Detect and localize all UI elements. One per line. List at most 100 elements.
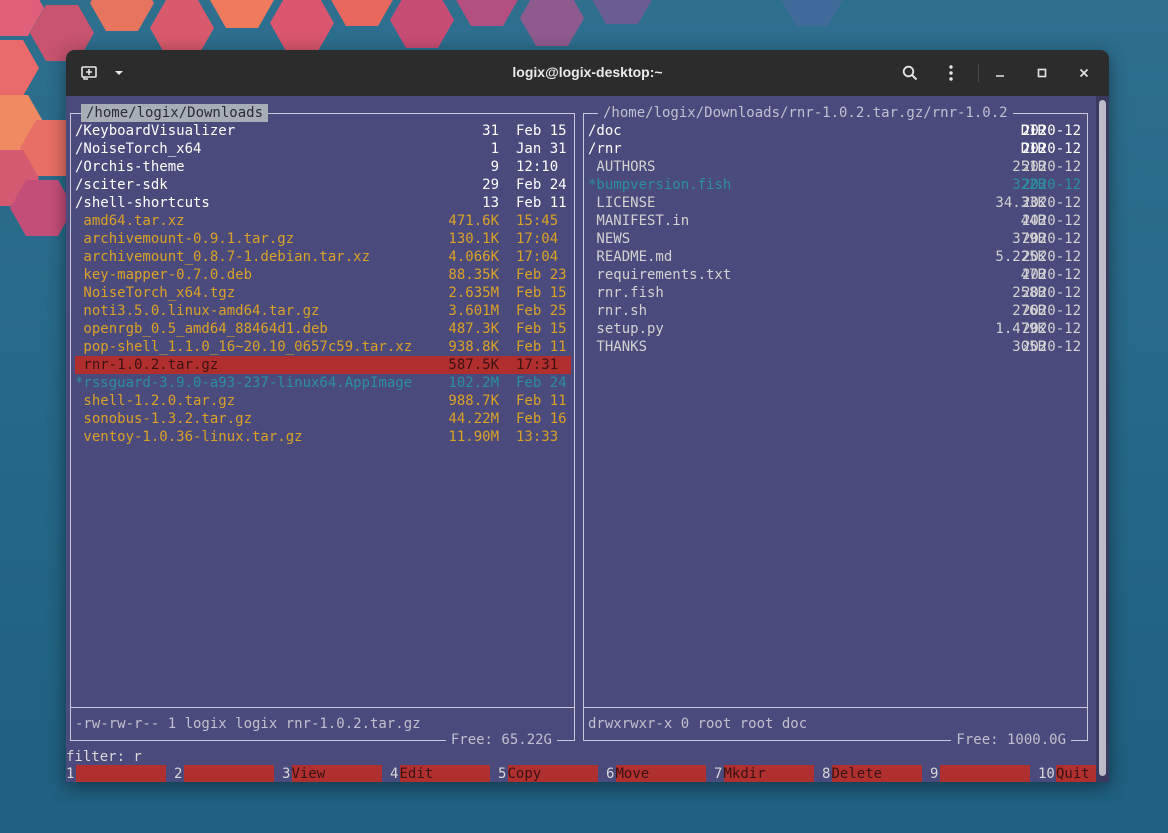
file-size: 471.6K (448, 213, 499, 229)
fkey-2[interactable]: 2 (174, 765, 282, 782)
close-button[interactable] (1071, 60, 1097, 86)
file-time: 2020-12 (1022, 231, 1082, 247)
kebab-menu-icon[interactable] (938, 60, 964, 86)
file-time: 12:10 (516, 159, 559, 175)
file-time: Feb 15 (516, 285, 567, 301)
file-row[interactable]: NoiseTorch_x64.tgz 2.635M Feb 15 (75, 284, 571, 302)
file-name: /NoiseTorch_x64 (75, 141, 202, 157)
terminal-content[interactable]: /home/logix/Downloads /KeyboardVisualize… (66, 96, 1109, 782)
file-row[interactable]: openrgb_0.5_amd64_88464d1.deb 487.3K Feb 1… (75, 320, 571, 338)
fkey-7[interactable]: 7 Mkdir (714, 765, 822, 782)
file-row[interactable]: rnr.sh 276B 2020-12 (588, 302, 1084, 320)
file-row[interactable]: rnr.fish 258B 2020-12 (588, 284, 1084, 302)
file-name: /shell-shortcuts (75, 195, 210, 211)
file-row[interactable]: pop-shell_1.1.0_16~20.10_0657c59.tar.xz 9… (75, 338, 571, 356)
file-name: setup.py (588, 321, 664, 337)
file-row[interactable]: noti3.5.0.linux-amd64.tar.gz 3.601M Feb 25 (75, 302, 571, 320)
wallpaper-hexagon (270, 0, 334, 51)
file-row[interactable]: rnr-1.0.2.tar.gz 587.5K 17:31 (75, 356, 571, 374)
file-name: NEWS (588, 231, 631, 247)
file-row[interactable]: LICENSE 34.33K 2020-12 (588, 194, 1084, 212)
file-size: 988.7K (448, 393, 499, 409)
file-row[interactable]: archivemount_0.8.7-1.debian.tar.xz 4.066K… (75, 248, 571, 266)
file-row[interactable]: archivemount-0.9.1.tar.gz 130.1K 17:04 (75, 230, 571, 248)
file-row[interactable]: /shell-shortcuts 13 Feb 11 (75, 194, 571, 212)
fkey-5[interactable]: 5 Copy (498, 765, 606, 782)
fkey-6[interactable]: 6 Move (606, 765, 714, 782)
file-name: openrgb_0.5_amd64_88464d1.deb (75, 321, 328, 337)
file-name: requirements.txt (588, 267, 732, 283)
fkey-4[interactable]: 4 Edit (390, 765, 498, 782)
file-row[interactable]: THANKS 305B 2020-12 (588, 338, 1084, 356)
fkey-3[interactable]: 3 View (282, 765, 390, 782)
right-file-panel[interactable]: /home/logix/Downloads/rnr-1.0.2.tar.gz/r… (579, 104, 1088, 749)
search-icon[interactable] (897, 60, 923, 86)
file-row[interactable]: ventoy-1.0.36-linux.tar.gz 11.90M 13:33 (75, 428, 571, 446)
scrollbar[interactable] (1096, 96, 1109, 782)
file-row[interactable]: README.md 5.225K 2020-12 (588, 248, 1084, 266)
file-size: 487.3K (448, 321, 499, 337)
file-name: /KeyboardVisualizer (75, 123, 236, 139)
fkey-8[interactable]: 8 Delete (822, 765, 930, 782)
file-row[interactable]: /KeyboardVisualizer 31 Feb 15 (75, 122, 571, 140)
fkey-label: Edit (399, 765, 490, 782)
maximize-button[interactable] (1029, 60, 1055, 86)
file-row[interactable]: requirements.txt 47B 2020-12 (588, 266, 1084, 284)
file-size: 3.601M (448, 303, 499, 319)
fkey-label: Mkdir (723, 765, 814, 782)
file-size: 29 (482, 177, 499, 193)
file-row[interactable]: sonobus-1.3.2.tar.gz 44.22M Feb 16 (75, 410, 571, 428)
file-row[interactable]: *bumpversion.fish 322B 2020-12 (588, 176, 1084, 194)
file-time: 13:33 (516, 429, 559, 445)
filter-prompt[interactable]: filter: r (66, 748, 142, 766)
wallpaper-hexagon (0, 40, 39, 96)
file-time: 2020-12 (1022, 141, 1082, 157)
function-key-bar: 1 2 3 View 4 Edit 5 Copy 6 Move 7 Mkdir 8 Delete 9 10 Qu… (66, 765, 1109, 782)
wallpaper-hexagon (390, 0, 454, 48)
file-time: 17:04 (516, 231, 559, 247)
file-time: 2020-12 (1022, 123, 1082, 139)
file-time: 2020-12 (1022, 339, 1082, 355)
file-name: NoiseTorch_x64.tgz (75, 285, 236, 301)
fkey-9[interactable]: 9 (930, 765, 1038, 782)
fkey-1[interactable]: 1 (66, 765, 174, 782)
minimize-button[interactable] (987, 60, 1013, 86)
file-row[interactable]: amd64.tar.xz 471.6K 15:45 (75, 212, 571, 230)
file-row[interactable]: setup.py 1.479K 2020-12 (588, 320, 1084, 338)
file-row[interactable]: MANIFEST.in 44B 2020-12 (588, 212, 1084, 230)
file-time: 17:04 (516, 249, 559, 265)
file-time: 2020-12 (1022, 177, 1082, 193)
file-list: /doc DIR 2020-12/rnr DIR 2020-12 AUTHORS 251B… (588, 122, 1084, 356)
wallpaper-hexagon (780, 0, 844, 26)
file-size: 130.1K (448, 231, 499, 247)
file-time: 2020-12 (1022, 285, 1082, 301)
file-name: /rnr (588, 141, 622, 157)
file-row[interactable]: /NoiseTorch_x64 1 Jan 31 (75, 140, 571, 158)
file-row[interactable]: /Orchis-theme 9 12:10 (75, 158, 571, 176)
file-size: 938.8K (448, 339, 499, 355)
file-name: noti3.5.0.linux-amd64.tar.gz (75, 303, 320, 319)
scrollbar-thumb[interactable] (1099, 100, 1106, 776)
left-file-panel[interactable]: /home/logix/Downloads /KeyboardVisualize… (66, 104, 575, 749)
file-time: 2020-12 (1022, 303, 1082, 319)
file-row[interactable]: shell-1.2.0.tar.gz 988.7K Feb 11 (75, 392, 571, 410)
wallpaper-hexagon (590, 0, 654, 24)
file-row[interactable]: AUTHORS 251B 2020-12 (588, 158, 1084, 176)
file-time: 2020-12 (1022, 249, 1082, 265)
file-row[interactable]: /sciter-sdk 29 Feb 24 (75, 176, 571, 194)
file-time: Feb 16 (516, 411, 567, 427)
file-row[interactable]: *rssguard-3.9.0-a93-237-linux64.AppImage… (75, 374, 571, 392)
file-name: README.md (588, 249, 673, 265)
file-size: 11.90M (448, 429, 499, 445)
file-name: /Orchis-theme (75, 159, 185, 175)
titlebar-separator (978, 64, 979, 82)
file-name: archivemount-0.9.1.tar.gz (75, 231, 295, 247)
file-row[interactable]: key-mapper-0.7.0.deb 88.35K Feb 23 (75, 266, 571, 284)
file-name: AUTHORS (588, 159, 656, 175)
file-row[interactable]: /rnr DIR 2020-12 (588, 140, 1084, 158)
file-row[interactable]: /doc DIR 2020-12 (588, 122, 1084, 140)
file-time: 2020-12 (1022, 195, 1082, 211)
file-row[interactable]: NEWS 379B 2020-12 (588, 230, 1084, 248)
file-name: pop-shell_1.1.0_16~20.10_0657c59.tar.xz (75, 339, 413, 355)
wallpaper-hexagon (150, 0, 214, 56)
